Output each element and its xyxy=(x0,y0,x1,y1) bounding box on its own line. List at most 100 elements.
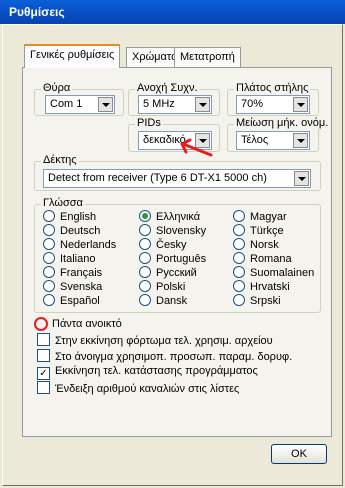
lang-turkce-radio[interactable]: Türkçe xyxy=(233,224,284,237)
always-open-label: Πάντα ανοικτό xyxy=(52,318,122,330)
language-label: Γλώσσα xyxy=(41,197,85,209)
radio-icon[interactable] xyxy=(43,210,55,222)
radio-label: Slovensky xyxy=(156,225,207,237)
general-settings-panel: Θύρα Com 1 Ανοχή Συχν. 5 MHz Πλάτος στήλ… xyxy=(22,67,332,437)
receiver-label: Δέκτης xyxy=(41,154,79,166)
radio-icon[interactable] xyxy=(43,252,55,264)
lang-romana-radio[interactable]: Romana xyxy=(233,252,292,265)
personal-sat-params-checkbox[interactable]: Στο άνοιγμα χρησιμοπ. προσωπ. παραμ. δορ… xyxy=(37,349,292,363)
show-channel-numbers-checkbox[interactable]: Ένδειξη αριθμού καναλιών στις λίστες xyxy=(37,381,239,395)
tab-conversion[interactable]: Μετατροπή xyxy=(174,47,241,67)
window-title: Ρυθμίσεις xyxy=(0,0,345,24)
column-width-select[interactable]: 70% xyxy=(236,95,310,114)
lang-francais-radio[interactable]: Français xyxy=(43,266,102,279)
radio-icon[interactable] xyxy=(139,266,151,278)
tab-conversion-label: Μετατροπή xyxy=(180,51,235,63)
lang-svenska-radio[interactable]: Svenska xyxy=(43,280,102,293)
radio-icon[interactable] xyxy=(139,280,151,292)
chevron-down-icon[interactable] xyxy=(294,171,309,186)
radio-icon[interactable] xyxy=(233,252,245,264)
checkbox-icon[interactable] xyxy=(37,333,50,346)
ok-button[interactable]: OK xyxy=(271,444,327,464)
radio-label: Suomalainen xyxy=(250,267,315,279)
lang-deutsch-radio[interactable]: Deutsch xyxy=(43,224,100,237)
checkmark-icon[interactable]: ✓ xyxy=(37,367,50,380)
lang-norsk-radio[interactable]: Norsk xyxy=(233,238,279,251)
radio-label: Türkçe xyxy=(250,225,284,237)
radio-icon[interactable] xyxy=(139,224,151,236)
tab-general-label: Γενικές ρυθμίσεις xyxy=(30,49,115,61)
radio-label: Norsk xyxy=(250,239,279,251)
radio-icon[interactable] xyxy=(233,224,245,236)
radio-icon[interactable] xyxy=(139,252,151,264)
radio-icon[interactable] xyxy=(233,280,245,292)
lang-suomalainen-radio[interactable]: Suomalainen xyxy=(233,266,314,279)
lang-portugues-radio[interactable]: Português xyxy=(139,252,206,265)
chevron-down-icon[interactable] xyxy=(98,97,113,112)
lang-espanol-radio[interactable]: Español xyxy=(43,294,100,307)
radio-label: Hrvatski xyxy=(250,281,290,293)
red-arrow-icon xyxy=(180,138,213,157)
tab-colors-label: Χρώματα xyxy=(132,51,178,63)
lang-english-radio[interactable]: English xyxy=(43,210,96,223)
port-select[interactable]: Com 1 xyxy=(45,95,115,114)
radio-icon[interactable] xyxy=(233,266,245,278)
port-label: Θύρα xyxy=(41,82,73,94)
radio-label: Deutsch xyxy=(60,225,101,237)
radio-icon[interactable] xyxy=(139,238,151,250)
radio-label: Ελληνικά xyxy=(156,211,201,223)
checkbox-icon[interactable] xyxy=(37,381,50,394)
checkbox-label: Στο άνοιγμα χρησιμοπ. προσωπ. παραμ. δορ… xyxy=(55,351,293,363)
tab-general-settings[interactable]: Γενικές ρυθμίσεις xyxy=(24,44,121,68)
chevron-down-icon[interactable] xyxy=(293,133,308,148)
radio-label: Nederlands xyxy=(60,239,117,251)
lang-greek-radio[interactable]: Ελληνικά xyxy=(139,210,200,223)
radio-label: Español xyxy=(60,295,100,307)
radio-icon[interactable] xyxy=(43,238,55,250)
freq-label: Ανοχή Συχν. xyxy=(135,82,200,94)
lang-srpski-radio[interactable]: Srpski xyxy=(233,294,281,307)
name-reduction-select[interactable]: Τέλος xyxy=(236,131,310,150)
red-circle-icon xyxy=(34,317,48,331)
receiver-select[interactable]: Detect from receiver (Type 6 DT-X1 5000 … xyxy=(43,169,311,188)
checkbox-icon[interactable] xyxy=(37,349,50,362)
radio-icon[interactable] xyxy=(233,238,245,250)
lang-dansk-radio[interactable]: Dansk xyxy=(139,294,187,307)
radio-icon[interactable] xyxy=(233,210,245,222)
radio-icon[interactable] xyxy=(43,266,55,278)
lang-russian-radio[interactable]: Русский xyxy=(139,266,197,279)
name-reduction-label: Μείωση μήκ. ονόμ. xyxy=(234,117,331,129)
radio-icon[interactable] xyxy=(43,280,55,292)
radio-icon[interactable] xyxy=(43,294,55,306)
radio-label: Česky xyxy=(156,239,187,251)
lang-hrvatski-radio[interactable]: Hrvatski xyxy=(233,280,290,293)
radio-label: English xyxy=(60,211,97,223)
radio-label: Dansk xyxy=(156,295,188,307)
radio-icon[interactable] xyxy=(139,294,151,306)
port-value: Com 1 xyxy=(50,98,83,110)
freq-select[interactable]: 5 MHz xyxy=(138,95,212,114)
radio-icon[interactable] xyxy=(233,294,245,306)
chevron-down-icon[interactable] xyxy=(293,97,308,112)
lang-nederlands-radio[interactable]: Nederlands xyxy=(43,238,116,251)
checkbox-label: Στην εκκίνηση φόρτωμα τελ. χρησιμ. αρχεί… xyxy=(55,335,273,347)
radio-label: Srpski xyxy=(250,295,281,307)
radio-label: Romana xyxy=(250,253,292,265)
load-last-file-checkbox[interactable]: Στην εκκίνηση φόρτωμα τελ. χρησιμ. αρχεί… xyxy=(37,333,273,347)
pids-label: PIDs xyxy=(135,117,163,129)
lang-slovensky-radio[interactable]: Slovensky xyxy=(139,224,206,237)
always-open-option[interactable]: Πάντα ανοικτό xyxy=(52,318,122,330)
radio-selected-icon[interactable] xyxy=(139,210,151,222)
radio-icon[interactable] xyxy=(43,224,55,236)
radio-label: Français xyxy=(60,267,103,279)
column-width-value: 70% xyxy=(241,98,264,110)
lang-polski-radio[interactable]: Polski xyxy=(139,280,185,293)
start-last-state-checkbox[interactable]: ✓ Εκκίνηση τελ. κατάστασης προγράμματος xyxy=(37,365,258,380)
chevron-down-icon[interactable] xyxy=(195,97,210,112)
freq-value: 5 MHz xyxy=(143,98,175,110)
radio-label: Magyar xyxy=(250,211,287,223)
radio-label: Português xyxy=(156,253,207,265)
lang-magyar-radio[interactable]: Magyar xyxy=(233,210,287,223)
lang-italiano-radio[interactable]: Italiano xyxy=(43,252,95,265)
lang-cesky-radio[interactable]: Česky xyxy=(139,238,187,251)
